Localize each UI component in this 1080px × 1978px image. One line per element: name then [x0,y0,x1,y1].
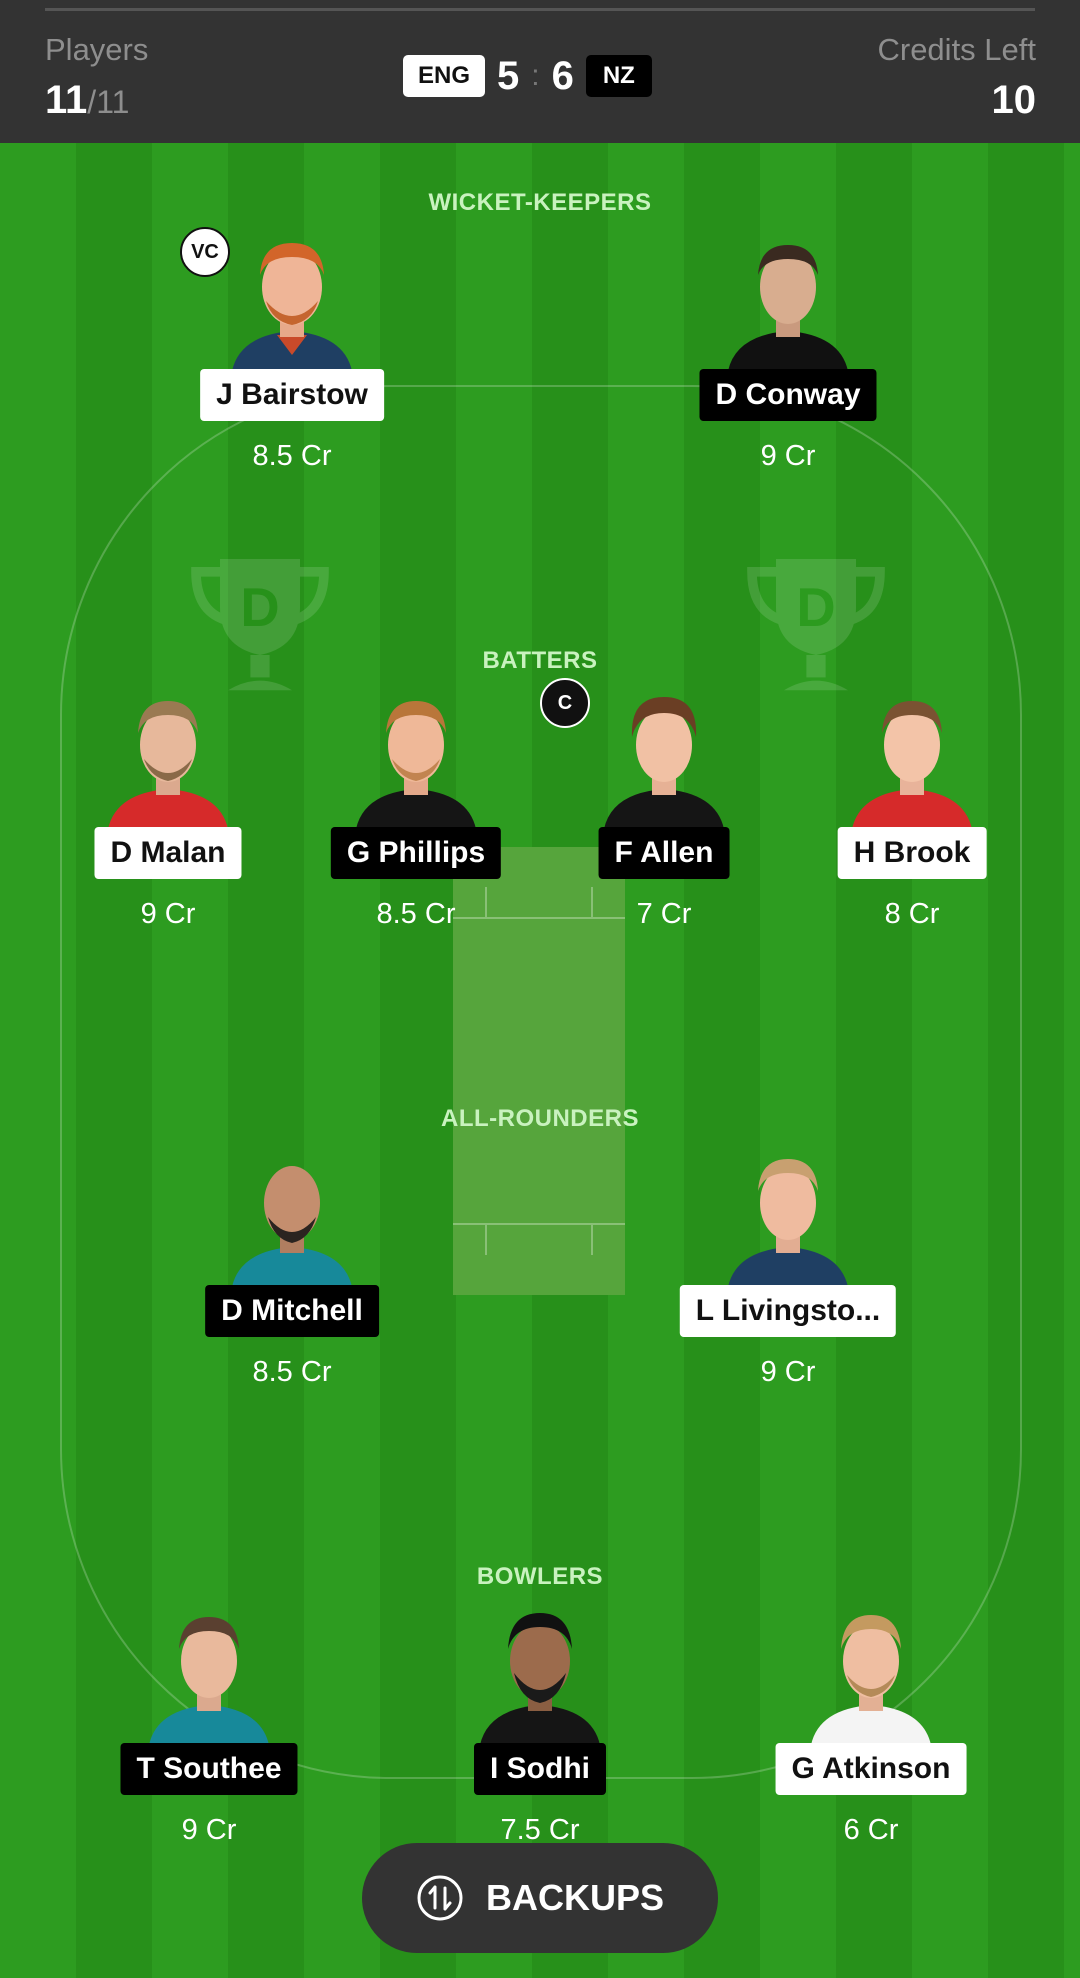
player-name: D Malan [94,827,242,879]
player-avatar [232,1166,352,1287]
player-credits: 8.5 Cr [252,1356,332,1388]
player-avatar [604,697,724,829]
player-name: T Southee [120,1743,298,1795]
cricket-field: D D WICKET-KEEPERS BATTERS ALL-ROUNDERS … [0,143,1080,1978]
player-name: L Livingsto... [679,1285,897,1337]
player-avatar [811,1615,931,1745]
player-avatar [728,1159,848,1287]
player-avatar [480,1613,600,1745]
player-credits: 6 Cr [843,1814,899,1846]
player-avatar [149,1617,269,1745]
team-summary-header: Players 11/11 ENG 5 : 6 NZ Credits Left … [0,0,1080,143]
svg-text:D: D [240,577,279,638]
vice-captain-badge: VC [180,227,230,277]
backups-button[interactable]: BACKUPS [362,1843,718,1953]
crease-line [591,1225,593,1255]
players-label: Players [45,32,149,67]
player-card-bairstow[interactable]: VC J Bairstow 8.5 Cr [172,227,412,485]
section-title-batters: BATTERS [482,647,598,674]
player-avatar [108,701,228,829]
crease-line [485,1225,487,1255]
team-split: ENG 5 : 6 NZ [403,54,652,98]
player-name: I Sodhi [474,1743,606,1795]
captain-badge: C [540,678,590,728]
player-card-livingstone[interactable]: L Livingsto... 9 Cr [668,1151,908,1401]
team1-count: 5 [497,53,520,98]
section-title-bowlers: BOWLERS [476,1563,604,1590]
player-credits: 9 Cr [181,1814,237,1846]
backups-label: BACKUPS [485,1877,664,1918]
credits-label: Credits Left [877,32,1036,67]
player-avatar [852,701,972,829]
players-selected: 11 [45,78,88,122]
player-name: D Conway [699,369,877,421]
player-avatar [728,245,848,371]
player-avatar [232,243,352,371]
player-card-southee[interactable]: T Southee 9 Cr [89,1609,329,1859]
section-title-all-rounders: ALL-ROUNDERS [441,1105,639,1132]
player-credits: 9 Cr [140,898,196,930]
player-card-allen[interactable]: C F Allen 7 Cr [540,678,784,943]
player-name: D Mitchell [205,1285,379,1337]
player-card-phillips[interactable]: G Phillips 8.5 Cr [296,693,536,943]
player-credits: 9 Cr [760,440,816,472]
trophy-watermark-icon: D [191,559,329,691]
crease-line [453,1223,625,1225]
player-name: F Allen [598,827,730,879]
team1-badge: ENG [403,55,485,97]
player-credits: 8.5 Cr [376,898,456,930]
player-card-conway[interactable]: D Conway 9 Cr [668,235,908,485]
player-credits: 8 Cr [884,898,940,930]
player-card-mitchell[interactable]: D Mitchell 8.5 Cr [172,1151,412,1401]
player-card-sodhi[interactable]: I Sodhi 7.5 Cr [420,1609,660,1859]
players-count: 11/11 [45,78,129,123]
player-avatar [356,701,476,829]
team2-badge: NZ [585,55,652,97]
player-card-brook[interactable]: H Brook 8 Cr [792,693,1032,943]
player-name: G Phillips [330,827,502,879]
player-credits: 8.5 Cr [252,440,332,472]
swap-icon [417,1875,463,1921]
player-credits: 7 Cr [636,898,692,930]
credits-value: 10 [991,78,1037,122]
svg-text:D: D [796,577,835,638]
player-name: J Bairstow [200,369,384,421]
player-name: G Atkinson [775,1743,967,1795]
player-card-atkinson[interactable]: G Atkinson 6 Cr [751,1609,991,1859]
players-total: /11 [87,84,130,120]
score-separator: : [531,59,540,92]
player-name: H Brook [837,827,987,879]
team2-count: 6 [551,53,574,98]
section-title-wicket-keepers: WICKET-KEEPERS [428,189,652,216]
drag-handle [45,8,1035,11]
trophy-watermark-icon: D [747,559,885,691]
player-card-malan[interactable]: D Malan 9 Cr [48,693,288,943]
player-credits: 9 Cr [760,1356,816,1388]
